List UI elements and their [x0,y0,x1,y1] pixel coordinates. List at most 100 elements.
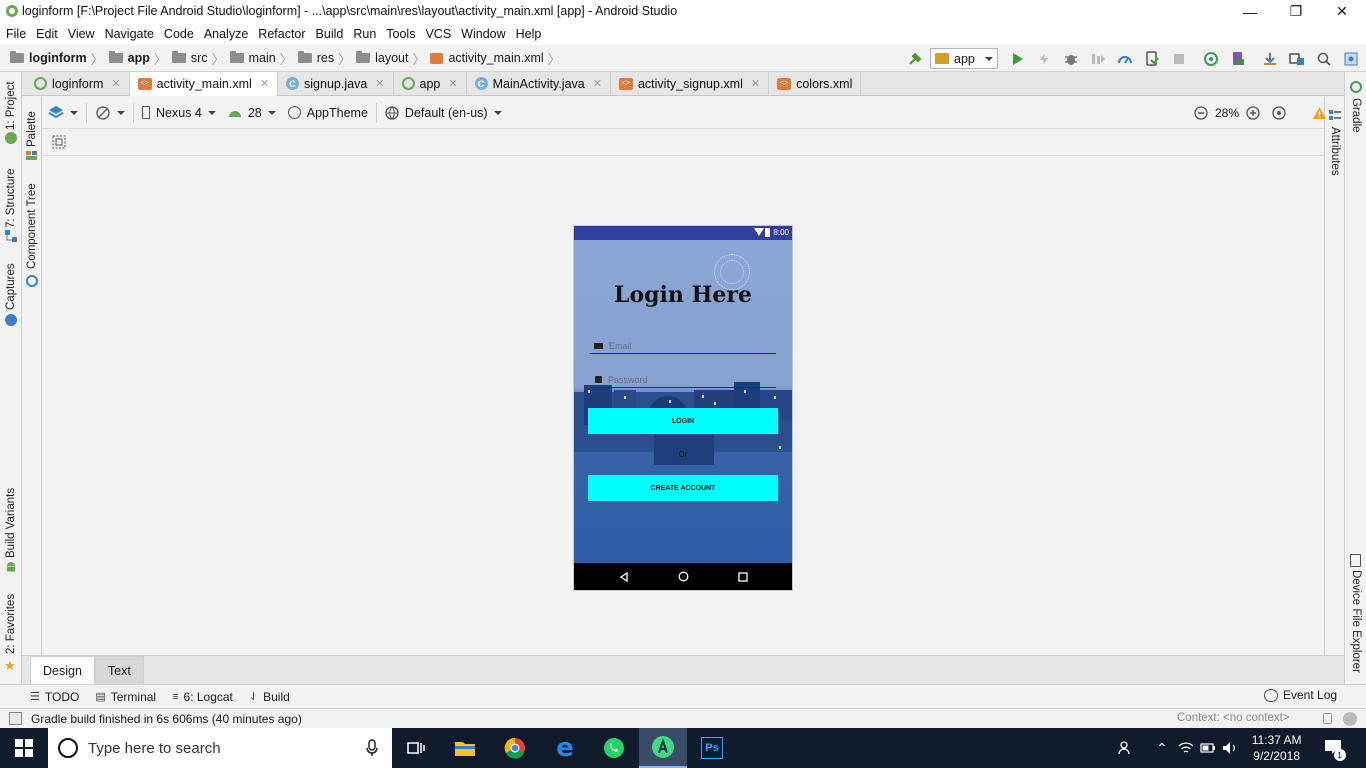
menu-refactor[interactable]: Refactor [253,23,310,45]
taskbar-search[interactable]: Type here to search [48,728,392,768]
tab-colors-xml[interactable]: <> colors.xml [769,71,862,96]
tab-app[interactable]: app ✕ [394,71,467,96]
password-field[interactable]: Password [590,372,776,388]
tool-windows-toggle-icon[interactable] [9,712,22,725]
sync-gradle-icon[interactable] [1200,48,1222,70]
close-icon[interactable]: ✕ [448,77,457,90]
android-studio-taskbar-button[interactable] [639,728,687,768]
zoom-in-icon[interactable] [1242,102,1264,124]
battery-icon[interactable] [1200,743,1216,753]
breadcrumb-main[interactable]: main [249,51,276,65]
breadcrumb-file[interactable]: activity_main.xml [448,51,543,65]
breadcrumb-res[interactable]: res [317,51,334,65]
breadcrumb-loginform[interactable]: loginform [29,51,87,65]
menu-analyze[interactable]: Analyze [199,23,253,45]
menu-edit[interactable]: Edit [31,23,63,45]
volume-icon[interactable] [1222,741,1238,755]
menu-navigate[interactable]: Navigate [100,23,159,45]
tool-event-log[interactable]: Event Log [1264,688,1337,702]
menu-view[interactable]: View [63,23,100,45]
tool-attributes[interactable]: Attributes [1329,127,1341,176]
start-button[interactable] [0,728,48,768]
api-select[interactable]: 28 [228,97,276,129]
profile-icon[interactable] [1114,48,1136,70]
create-account-button[interactable]: CREATE ACCOUNT [588,475,778,501]
tool-terminal[interactable]: ▤ Terminal [95,690,156,704]
attach-debugger-icon[interactable] [1141,48,1163,70]
tool-build-variants[interactable]: Build Variants [5,488,17,558]
inspector-icon[interactable] [1343,712,1357,726]
back-icon[interactable] [619,571,629,582]
tool-gradle[interactable]: Gradle [1350,98,1362,133]
menu-code[interactable]: Code [159,23,199,45]
tool-todo[interactable]: ☰ TODO [30,690,79,704]
edge-button[interactable]: e [541,728,589,768]
close-button[interactable]: ✕ [1319,0,1365,23]
tool-palette[interactable]: Palette [26,111,38,147]
coverage-icon[interactable] [1087,48,1109,70]
orientation-select[interactable] [95,97,125,129]
tab-activity-signup[interactable]: <> activity_signup.xml ✕ [611,71,770,96]
select-tool-icon[interactable] [48,131,70,153]
tab-text[interactable]: Text [94,656,144,684]
apply-changes-icon[interactable] [1033,48,1055,70]
chrome-button[interactable] [491,728,539,768]
tab-design[interactable]: Design [30,656,95,684]
device-select[interactable]: Nexus 4 [142,97,216,129]
tab-activity-main[interactable]: <> activity_main.xml ✕ [129,71,279,96]
breadcrumb-src[interactable]: src [191,51,208,65]
project-structure-icon[interactable] [1286,48,1308,70]
clock[interactable]: 11:37 AM 9/2/2018 [1252,732,1302,764]
tool-project[interactable]: 1: Project [5,81,17,130]
microphone-icon[interactable] [366,739,378,757]
run-icon[interactable] [1006,48,1028,70]
tool-structure[interactable]: 7: Structure [5,169,17,228]
close-icon[interactable]: ✕ [111,77,120,90]
theme-select[interactable]: AppTheme [287,97,368,129]
tool-favorites[interactable]: 2: Favorites [5,594,17,654]
make-project-icon[interactable] [904,48,926,70]
close-icon[interactable]: ✕ [375,77,384,90]
avd-manager-icon[interactable] [1227,48,1249,70]
photoshop-button[interactable]: Ps [688,728,736,768]
menu-tools[interactable]: Tools [381,23,420,45]
menu-window[interactable]: Window [456,23,510,45]
locale-select[interactable]: Default (en-us) [385,97,502,129]
action-center-button[interactable]: 1 [1324,739,1346,761]
email-field[interactable]: Email [590,338,776,354]
design-surface-select[interactable] [48,97,78,129]
lock-icon[interactable] [1323,713,1332,724]
task-view-button[interactable] [392,728,440,768]
warning-icon[interactable] [1308,102,1330,124]
phone-preview[interactable]: 8:00 Login Here Email Password LOGIN Or … [574,226,792,590]
maximize-button[interactable]: ❐ [1273,0,1319,23]
tab-mainactivity-java[interactable]: C MainActivity.java ✕ [467,71,611,96]
people-icon[interactable] [1118,740,1134,756]
menu-help[interactable]: Help [511,23,547,45]
sdk-manager-icon[interactable] [1259,48,1281,70]
recents-icon[interactable] [737,571,748,582]
tool-device-file-explorer[interactable]: Device File Explorer [1350,570,1362,673]
tool-component-tree[interactable]: Component Tree [26,183,38,269]
minimize-button[interactable]: — [1227,0,1273,23]
zoom-out-icon[interactable] [1190,102,1212,124]
menu-file[interactable]: File [1,23,31,45]
chevron-up-icon[interactable]: ⌃ [1156,740,1168,757]
stop-icon[interactable] [1168,48,1190,70]
tool-build[interactable]: ⇃ Build [249,690,290,704]
login-button[interactable]: LOGIN [588,408,778,434]
breadcrumb-app[interactable]: app [128,51,150,65]
home-icon[interactable] [678,571,689,582]
debug-icon[interactable] [1060,48,1082,70]
wifi-icon[interactable] [1178,741,1194,755]
menu-run[interactable]: Run [348,23,381,45]
run-config-select[interactable]: app [930,48,998,69]
whatsapp-button[interactable] [590,728,638,768]
close-icon[interactable]: ✕ [260,77,269,90]
tab-loginform[interactable]: loginform ✕ [26,71,130,96]
menu-vcs[interactable]: VCS [420,23,456,45]
close-icon[interactable]: ✕ [751,77,760,90]
breadcrumb-layout[interactable]: layout [375,51,408,65]
search-icon[interactable] [1313,48,1335,70]
menu-build[interactable]: Build [311,23,349,45]
